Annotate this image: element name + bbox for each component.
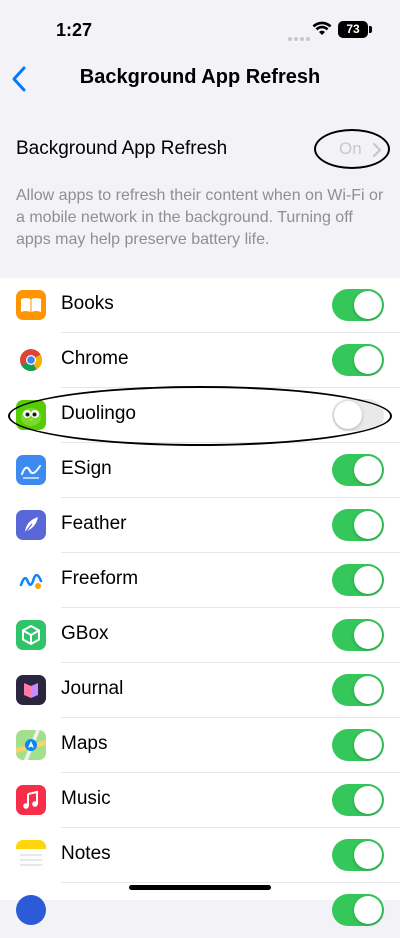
app-name: Freeform <box>61 568 139 589</box>
navigation-bar: Background App Refresh <box>0 60 400 100</box>
app-row-music: Music <box>0 773 400 828</box>
app-name: Books <box>61 293 114 314</box>
notes-icon <box>16 840 46 870</box>
chrome-icon <box>16 345 46 375</box>
app-name: ESign <box>61 458 112 479</box>
app-row-esign: ESign <box>0 443 400 498</box>
app-name: Notes <box>61 843 111 864</box>
app-toggle[interactable] <box>332 894 384 926</box>
app-name: GBox <box>61 623 109 644</box>
app-row-chrome: Chrome <box>0 333 400 388</box>
esign-toggle[interactable] <box>332 454 384 486</box>
description-text: Allow apps to refresh their content when… <box>16 187 384 248</box>
app-name: Chrome <box>61 348 129 369</box>
journal-icon <box>16 675 46 705</box>
app-row-freeform: Freeform <box>0 553 400 608</box>
app-row-maps: Maps <box>0 718 400 773</box>
chrome-toggle[interactable] <box>332 344 384 376</box>
app-row-notes: Notes <box>0 828 400 883</box>
journal-toggle[interactable] <box>332 674 384 706</box>
books-icon <box>16 290 46 320</box>
music-toggle[interactable] <box>332 784 384 816</box>
gbox-toggle[interactable] <box>332 619 384 651</box>
app-row-duolingo: Duolingo <box>0 386 400 446</box>
feather-toggle[interactable] <box>332 509 384 541</box>
master-setting-row[interactable]: Background App Refresh On <box>0 123 400 178</box>
app-row-feather: Feather <box>0 498 400 553</box>
maps-toggle[interactable] <box>332 729 384 761</box>
highlight-circle <box>314 129 390 169</box>
page-title: Background App Refresh <box>79 66 321 88</box>
app-name: Journal <box>61 678 124 699</box>
maps-icon <box>16 730 46 760</box>
books-toggle[interactable] <box>332 289 384 321</box>
freeform-icon <box>16 565 46 595</box>
status-time: 1:27 <box>56 20 93 40</box>
music-icon <box>16 785 46 815</box>
feather-icon <box>16 510 46 540</box>
app-list: Books Chrome Duolingo ESign Feather Free… <box>0 278 400 926</box>
app-name: Maps <box>61 733 108 754</box>
gbox-icon <box>16 620 46 650</box>
app-row-journal: Journal <box>0 663 400 718</box>
master-setting-label: Background App Refresh <box>16 138 228 159</box>
esign-icon <box>16 455 46 485</box>
home-indicator[interactable] <box>129 885 271 890</box>
app-name: Duolingo <box>61 403 136 424</box>
notes-toggle[interactable] <box>332 839 384 871</box>
app-row-books: Books <box>0 278 400 333</box>
app-row-gbox: GBox <box>0 608 400 663</box>
battery-icon: 73 <box>338 21 368 38</box>
app-row-partial <box>0 883 400 938</box>
battery-cap <box>369 26 372 33</box>
wifi-icon <box>312 21 332 35</box>
freeform-toggle[interactable] <box>332 564 384 596</box>
app-name: Feather <box>61 513 127 534</box>
app-name: Music <box>61 788 111 809</box>
duolingo-icon <box>16 400 46 430</box>
duolingo-toggle[interactable] <box>332 399 384 431</box>
status-bar: 1:27 73 <box>0 0 400 60</box>
